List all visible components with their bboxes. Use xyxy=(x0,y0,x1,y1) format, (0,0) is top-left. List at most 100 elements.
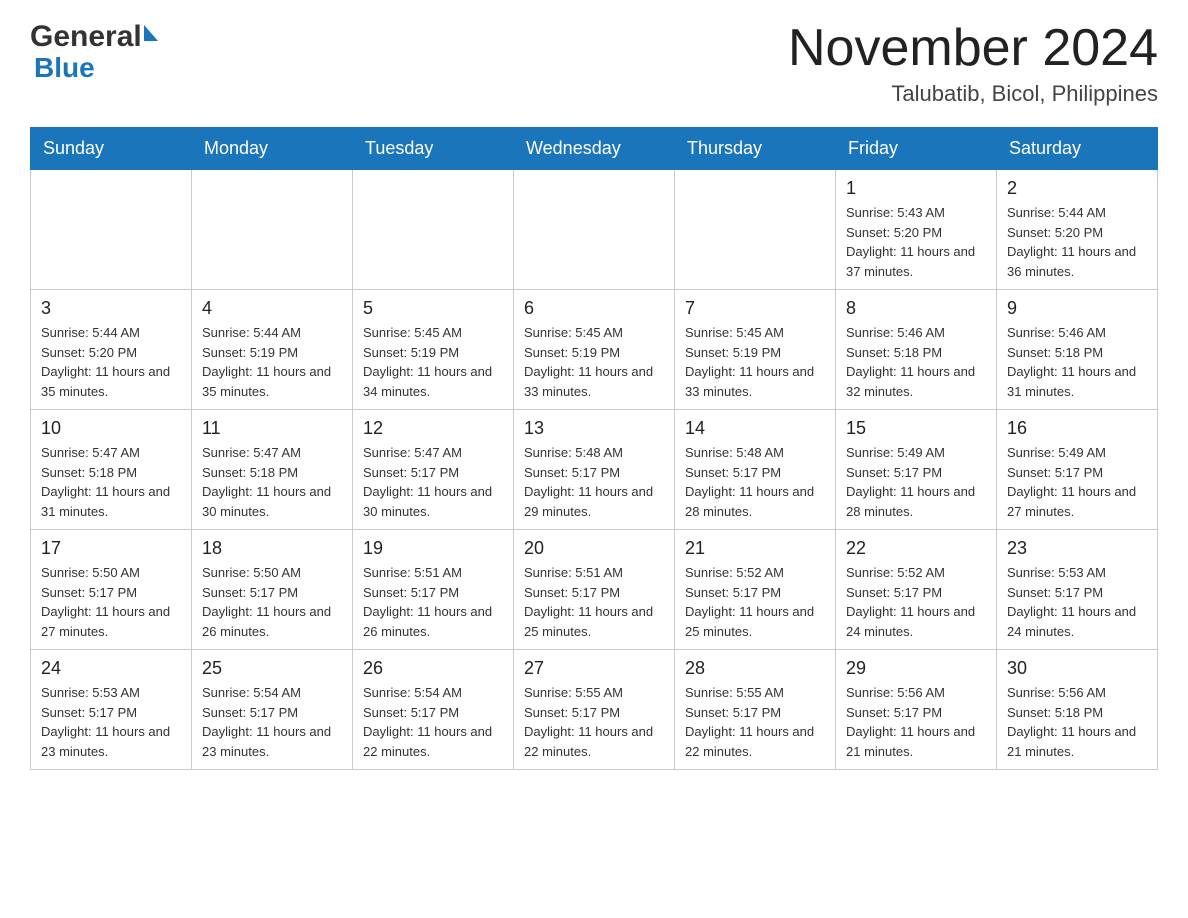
day-number: 2 xyxy=(1007,178,1147,199)
calendar-cell: 28Sunrise: 5:55 AM Sunset: 5:17 PM Dayli… xyxy=(675,650,836,770)
calendar-cell: 5Sunrise: 5:45 AM Sunset: 5:19 PM Daylig… xyxy=(353,290,514,410)
column-header-sunday: Sunday xyxy=(31,128,192,170)
day-info: Sunrise: 5:44 AM Sunset: 5:20 PM Dayligh… xyxy=(1007,203,1147,281)
calendar-cell: 10Sunrise: 5:47 AM Sunset: 5:18 PM Dayli… xyxy=(31,410,192,530)
calendar-cell: 18 Sunrise: 5:50 AM Sunset: 5:17 PM Dayli… xyxy=(192,530,353,650)
day-info: Sunrise: 5:54 AM Sunset: 5:17 PM Dayligh… xyxy=(202,683,342,761)
day-info: Sunrise: 5:44 AM Sunset: 5:20 PM Dayligh… xyxy=(41,323,181,401)
day-number: 16 xyxy=(1007,418,1147,439)
calendar-week-row: 17Sunrise: 5:50 AM Sunset: 5:17 PM Dayli… xyxy=(31,530,1158,650)
day-number: 14 xyxy=(685,418,825,439)
day-info: Sunrise: 5:48 AM Sunset: 5:17 PM Dayligh… xyxy=(685,443,825,521)
calendar-cell xyxy=(514,170,675,290)
column-header-thursday: Thursday xyxy=(675,128,836,170)
day-info: Sunrise: 5:47 AM Sunset: 5:18 PM Dayligh… xyxy=(41,443,181,521)
calendar-cell: 29Sunrise: 5:56 AM Sunset: 5:17 PM Dayli… xyxy=(836,650,997,770)
logo-blue-text: Blue xyxy=(34,52,95,83)
day-info: Sunrise: 5:50 AM Sunset: 5:17 PM Dayligh… xyxy=(202,563,342,641)
calendar-cell: 1Sunrise: 5:43 AM Sunset: 5:20 PM Daylig… xyxy=(836,170,997,290)
calendar-cell: 6 Sunrise: 5:45 AM Sunset: 5:19 PM Daylig… xyxy=(514,290,675,410)
calendar-cell: 9 Sunrise: 5:46 AM Sunset: 5:18 PM Daylig… xyxy=(997,290,1158,410)
calendar-cell xyxy=(31,170,192,290)
calendar-week-row: 24 Sunrise: 5:53 AM Sunset: 5:17 PM Dayli… xyxy=(31,650,1158,770)
calendar-cell: 24 Sunrise: 5:53 AM Sunset: 5:17 PM Dayli… xyxy=(31,650,192,770)
day-info: Sunrise: 5:46 AM Sunset: 5:18 PM Dayligh… xyxy=(1007,323,1147,401)
day-info: Sunrise: 5:56 AM Sunset: 5:18 PM Dayligh… xyxy=(1007,683,1147,761)
calendar-cell: 7 Sunrise: 5:45 AM Sunset: 5:19 PM Daylig… xyxy=(675,290,836,410)
day-info: Sunrise: 5:54 AM Sunset: 5:17 PM Dayligh… xyxy=(363,683,503,761)
logo: General Blue xyxy=(30,20,158,82)
day-info: Sunrise: 5:47 AM Sunset: 5:18 PM Dayligh… xyxy=(202,443,342,521)
calendar-cell: 20 Sunrise: 5:51 AM Sunset: 5:17 PM Dayli… xyxy=(514,530,675,650)
day-info: Sunrise: 5:53 AM Sunset: 5:17 PM Dayligh… xyxy=(41,683,181,761)
column-header-friday: Friday xyxy=(836,128,997,170)
calendar-week-row: 10Sunrise: 5:47 AM Sunset: 5:18 PM Dayli… xyxy=(31,410,1158,530)
day-number: 28 xyxy=(685,658,825,679)
day-info: Sunrise: 5:49 AM Sunset: 5:17 PM Dayligh… xyxy=(846,443,986,521)
day-info: Sunrise: 5:53 AM Sunset: 5:17 PM Dayligh… xyxy=(1007,563,1147,641)
calendar-cell: 16Sunrise: 5:49 AM Sunset: 5:17 PM Dayli… xyxy=(997,410,1158,530)
day-number: 5 xyxy=(363,298,503,319)
calendar-cell xyxy=(353,170,514,290)
day-number: 26 xyxy=(363,658,503,679)
column-header-monday: Monday xyxy=(192,128,353,170)
day-info: Sunrise: 5:47 AM Sunset: 5:17 PM Dayligh… xyxy=(363,443,503,521)
calendar-cell: 27 Sunrise: 5:55 AM Sunset: 5:17 PM Dayli… xyxy=(514,650,675,770)
day-number: 25 xyxy=(202,658,342,679)
day-info: Sunrise: 5:46 AM Sunset: 5:18 PM Dayligh… xyxy=(846,323,986,401)
calendar-cell: 4 Sunrise: 5:44 AM Sunset: 5:19 PM Daylig… xyxy=(192,290,353,410)
location-subtitle: Talubatib, Bicol, Philippines xyxy=(788,81,1158,107)
day-number: 8 xyxy=(846,298,986,319)
day-info: Sunrise: 5:44 AM Sunset: 5:19 PM Dayligh… xyxy=(202,323,342,401)
page-header: General Blue November 2024 Talubatib, Bi… xyxy=(30,20,1158,107)
day-info: Sunrise: 5:51 AM Sunset: 5:17 PM Dayligh… xyxy=(363,563,503,641)
calendar-cell: 13 Sunrise: 5:48 AM Sunset: 5:17 PM Dayli… xyxy=(514,410,675,530)
day-number: 18 xyxy=(202,538,342,559)
day-number: 9 xyxy=(1007,298,1147,319)
calendar-cell xyxy=(675,170,836,290)
column-header-saturday: Saturday xyxy=(997,128,1158,170)
day-info: Sunrise: 5:45 AM Sunset: 5:19 PM Dayligh… xyxy=(524,323,664,401)
day-number: 27 xyxy=(524,658,664,679)
day-number: 19 xyxy=(363,538,503,559)
day-number: 4 xyxy=(202,298,342,319)
day-number: 13 xyxy=(524,418,664,439)
calendar-cell: 15 Sunrise: 5:49 AM Sunset: 5:17 PM Dayli… xyxy=(836,410,997,530)
month-year-title: November 2024 xyxy=(788,20,1158,77)
day-info: Sunrise: 5:43 AM Sunset: 5:20 PM Dayligh… xyxy=(846,203,986,281)
day-number: 24 xyxy=(41,658,181,679)
day-info: Sunrise: 5:48 AM Sunset: 5:17 PM Dayligh… xyxy=(524,443,664,521)
day-number: 3 xyxy=(41,298,181,319)
day-number: 23 xyxy=(1007,538,1147,559)
calendar-cell: 14 Sunrise: 5:48 AM Sunset: 5:17 PM Dayli… xyxy=(675,410,836,530)
calendar-cell: 11Sunrise: 5:47 AM Sunset: 5:18 PM Dayli… xyxy=(192,410,353,530)
day-number: 6 xyxy=(524,298,664,319)
calendar-cell: 19 Sunrise: 5:51 AM Sunset: 5:17 PM Dayli… xyxy=(353,530,514,650)
calendar-cell: 3 Sunrise: 5:44 AM Sunset: 5:20 PM Daylig… xyxy=(31,290,192,410)
day-info: Sunrise: 5:52 AM Sunset: 5:17 PM Dayligh… xyxy=(685,563,825,641)
calendar-cell: 2 Sunrise: 5:44 AM Sunset: 5:20 PM Daylig… xyxy=(997,170,1158,290)
calendar-week-row: 1Sunrise: 5:43 AM Sunset: 5:20 PM Daylig… xyxy=(31,170,1158,290)
column-header-tuesday: Tuesday xyxy=(353,128,514,170)
day-number: 12 xyxy=(363,418,503,439)
calendar-cell: 17Sunrise: 5:50 AM Sunset: 5:17 PM Dayli… xyxy=(31,530,192,650)
calendar-table: SundayMondayTuesdayWednesdayThursdayFrid… xyxy=(30,127,1158,770)
day-number: 15 xyxy=(846,418,986,439)
day-info: Sunrise: 5:51 AM Sunset: 5:17 PM Dayligh… xyxy=(524,563,664,641)
day-number: 7 xyxy=(685,298,825,319)
day-info: Sunrise: 5:52 AM Sunset: 5:17 PM Dayligh… xyxy=(846,563,986,641)
calendar-cell: 21Sunrise: 5:52 AM Sunset: 5:17 PM Dayli… xyxy=(675,530,836,650)
day-number: 30 xyxy=(1007,658,1147,679)
calendar-week-row: 3 Sunrise: 5:44 AM Sunset: 5:20 PM Daylig… xyxy=(31,290,1158,410)
logo-general-text: General xyxy=(30,20,142,54)
calendar-cell: 30 Sunrise: 5:56 AM Sunset: 5:18 PM Dayli… xyxy=(997,650,1158,770)
day-info: Sunrise: 5:55 AM Sunset: 5:17 PM Dayligh… xyxy=(524,683,664,761)
day-info: Sunrise: 5:45 AM Sunset: 5:19 PM Dayligh… xyxy=(685,323,825,401)
calendar-cell: 8 Sunrise: 5:46 AM Sunset: 5:18 PM Daylig… xyxy=(836,290,997,410)
calendar-cell: 26 Sunrise: 5:54 AM Sunset: 5:17 PM Dayli… xyxy=(353,650,514,770)
logo-arrow-icon xyxy=(144,25,158,41)
day-info: Sunrise: 5:56 AM Sunset: 5:17 PM Dayligh… xyxy=(846,683,986,761)
title-section: November 2024 Talubatib, Bicol, Philippi… xyxy=(788,20,1158,107)
calendar-cell: 12 Sunrise: 5:47 AM Sunset: 5:17 PM Dayli… xyxy=(353,410,514,530)
day-number: 20 xyxy=(524,538,664,559)
